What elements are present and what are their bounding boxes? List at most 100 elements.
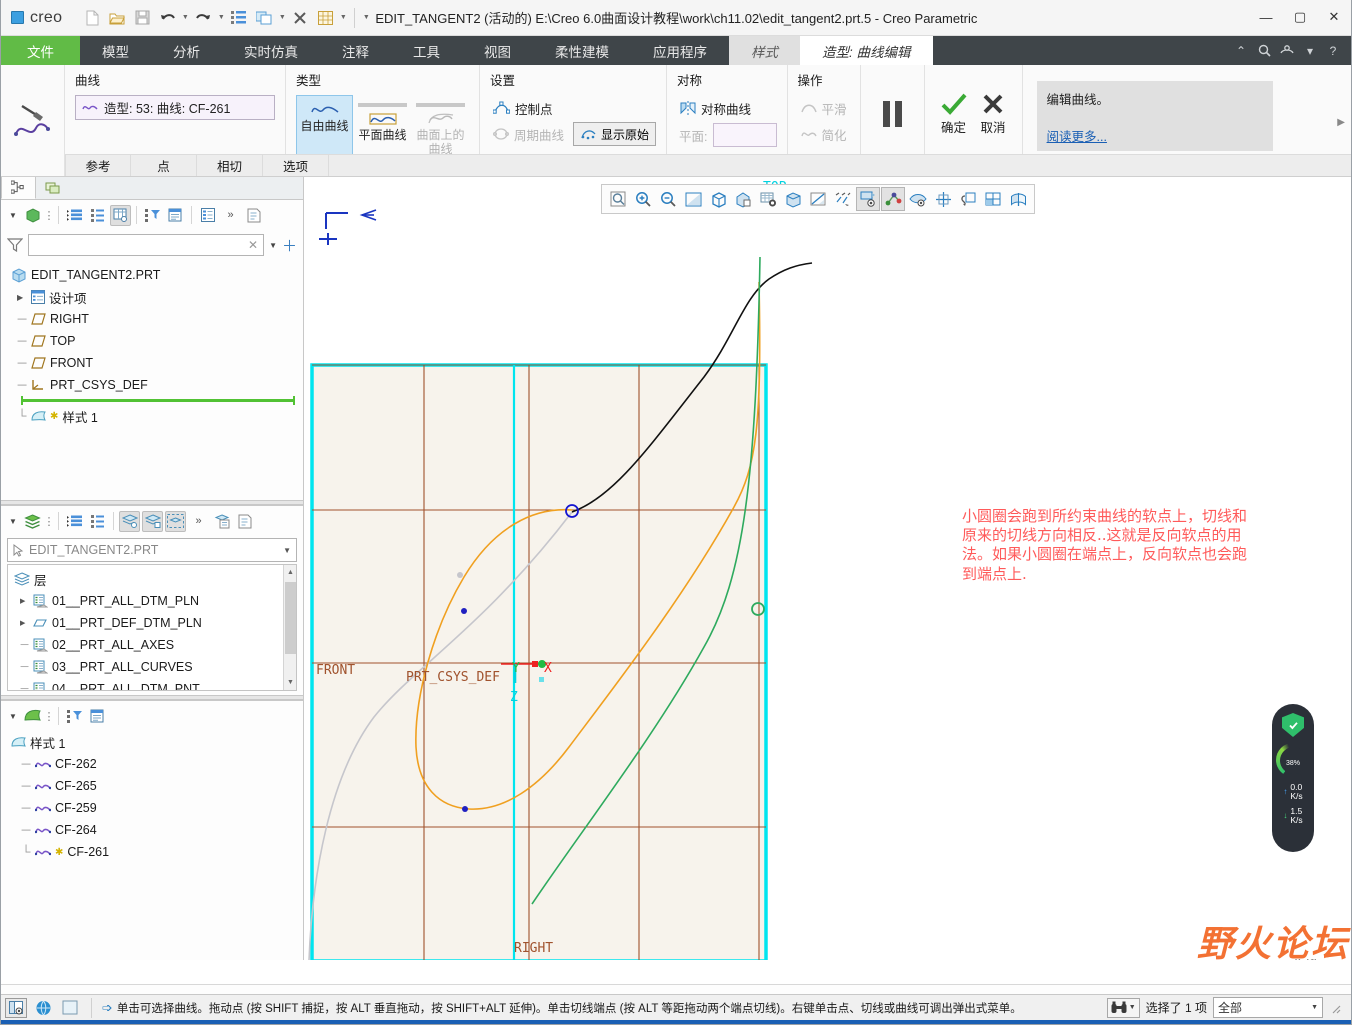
- tree-item-front-plane[interactable]: ─ FRONT: [9, 352, 303, 374]
- graphics-viewport[interactable]: TOP FRONT RIGHT PRT_CSYS_DEF Y X Z: [304, 177, 1351, 960]
- layer-overflow-icon[interactable]: »: [188, 511, 209, 532]
- layer-item-row[interactable]: ─ 02__PRT_ALL_AXES: [14, 634, 296, 656]
- tab-flexible-modeling[interactable]: 柔性建模: [533, 36, 631, 65]
- tab-tools[interactable]: 工具: [391, 36, 462, 65]
- layer-tree-tab[interactable]: [36, 176, 71, 199]
- browser-icon[interactable]: [32, 998, 54, 1018]
- tab-annotation[interactable]: 注释: [320, 36, 391, 65]
- type-free-curve-button[interactable]: 自由曲线: [296, 95, 353, 163]
- setting-show-original-button[interactable]: 显示原始: [573, 122, 657, 146]
- tab-style[interactable]: 样式: [729, 36, 800, 65]
- tree-info-icon[interactable]: [243, 205, 264, 226]
- expand-arrow-icon[interactable]: ▶: [20, 597, 29, 605]
- layer-expand-all-icon[interactable]: [64, 511, 85, 532]
- point-axis-display-icon[interactable]: [881, 187, 905, 211]
- layer-model-selector[interactable]: EDIT_TANGENT2.PRT ▼: [7, 538, 297, 562]
- undo-icon[interactable]: [155, 6, 179, 30]
- search-icon[interactable]: [1254, 41, 1274, 61]
- layer-info-icon[interactable]: [234, 511, 255, 532]
- expand-arrow-icon[interactable]: ▶: [17, 293, 27, 302]
- layer-item-row[interactable]: ─ 03__PRT_ALL_CURVES: [14, 656, 296, 678]
- tree-item-right-plane[interactable]: ─ RIGHT: [9, 308, 303, 330]
- style-dropdown-icon[interactable]: ▼: [6, 706, 20, 727]
- tab-view[interactable]: 视图: [462, 36, 533, 65]
- zoom-window-icon[interactable]: [606, 187, 630, 211]
- scrollbar-thumb[interactable]: [285, 582, 296, 654]
- spin-center-icon[interactable]: [931, 187, 955, 211]
- help-read-more-link[interactable]: 阅读更多...: [1047, 126, 1107, 145]
- scroll-up-icon[interactable]: ▲: [284, 565, 296, 580]
- undo-dropdown-icon[interactable]: ▼: [180, 6, 190, 30]
- layer-item-row[interactable]: ─ 04__PRT_ALL_DTM_PNT: [14, 678, 296, 690]
- tab-analysis[interactable]: 分析: [151, 36, 222, 65]
- setting-control-points[interactable]: 控制点: [490, 95, 556, 121]
- close-window-icon[interactable]: [288, 6, 312, 30]
- pause-button[interactable]: [882, 100, 902, 127]
- account-icon[interactable]: [1277, 41, 1297, 61]
- navigator-toggle-icon[interactable]: [5, 997, 27, 1018]
- refit-icon[interactable]: [681, 187, 705, 211]
- redo-dropdown-icon[interactable]: ▼: [216, 6, 226, 30]
- perspective-icon[interactable]: [806, 187, 830, 211]
- grid-icon[interactable]: [313, 6, 337, 30]
- layer-item-row[interactable]: ▶ 01__PRT_ALL_DTM_PLN: [14, 590, 296, 612]
- cancel-button[interactable]: 取消: [981, 93, 1006, 136]
- style-settings-icon[interactable]: [87, 706, 108, 727]
- saved-views-icon[interactable]: [731, 187, 755, 211]
- chevron-down-icon[interactable]: ▼: [1311, 1004, 1318, 1011]
- style-curve-row-selected[interactable]: └ ✱ CF-261: [9, 841, 303, 863]
- layers-icon[interactable]: [1006, 187, 1030, 211]
- display-style-icon[interactable]: [781, 187, 805, 211]
- window-dropdown-icon[interactable]: ▼: [277, 6, 287, 30]
- close-button[interactable]: ✕: [1317, 0, 1351, 34]
- tree-root-item[interactable]: EDIT_TANGENT2.PRT: [9, 264, 303, 286]
- grid-display-icon[interactable]: [981, 187, 1005, 211]
- open-folder-icon[interactable]: [105, 6, 129, 30]
- tree-dropdown-icon[interactable]: ▼: [6, 205, 20, 226]
- view-manager-icon[interactable]: [756, 187, 780, 211]
- window-icon[interactable]: [252, 6, 276, 30]
- model-cube-icon[interactable]: [22, 205, 43, 226]
- redo-icon[interactable]: [191, 6, 215, 30]
- layer-dropdown-icon[interactable]: ▼: [6, 511, 20, 532]
- tree-item-design-items[interactable]: ▶ 设计项: [9, 286, 303, 308]
- tree-item-style-feature[interactable]: └ ✱ 样式 1: [9, 405, 303, 427]
- symmetry-plane-field[interactable]: [712, 123, 777, 147]
- annotation-display-icon[interactable]: [906, 187, 930, 211]
- save-icon[interactable]: [130, 6, 154, 30]
- system-monitor-widget[interactable]: 38% ↑ 0.0 K/s ↓ 1.5 K/s: [1272, 704, 1314, 852]
- scroll-down-icon[interactable]: ▼: [284, 675, 296, 690]
- model-tree-tab[interactable]: [1, 176, 36, 199]
- style-curve-row[interactable]: ─ CF-259: [9, 797, 303, 819]
- maximize-button[interactable]: ▢: [1283, 0, 1317, 34]
- expand-arrow-icon[interactable]: ▶: [20, 619, 29, 627]
- model-tree-search-field[interactable]: [34, 238, 248, 252]
- subtab-tangency[interactable]: 相切: [197, 155, 263, 176]
- tab-file[interactable]: 文件: [1, 36, 80, 65]
- layers-stack-icon[interactable]: [22, 511, 43, 532]
- collapse-all-icon[interactable]: [87, 205, 108, 226]
- layer-menu-icon[interactable]: ⋮: [44, 511, 55, 532]
- style-curve-row[interactable]: ─ CF-265: [9, 775, 303, 797]
- zoom-in-icon[interactable]: [631, 187, 655, 211]
- subtab-points[interactable]: 点: [131, 155, 197, 176]
- expand-all-icon[interactable]: [64, 205, 85, 226]
- layer-item-row[interactable]: ▶ 01__PRT_DEF_DTM_PLN: [14, 612, 296, 634]
- add-filter-icon[interactable]: ＋: [282, 235, 297, 256]
- layer-hide-icon[interactable]: [119, 510, 140, 532]
- tab-live-simulation[interactable]: 实时仿真: [222, 36, 320, 65]
- tree-settings-icon[interactable]: [165, 205, 186, 226]
- layer-select-icon[interactable]: [165, 510, 186, 532]
- filter-dropdown-icon[interactable]: ▼: [269, 241, 277, 250]
- style-tree-root[interactable]: 样式 1: [9, 731, 303, 753]
- layer-list-scrollbar[interactable]: ▲ ▼: [283, 565, 296, 690]
- symmetry-curve-option[interactable]: 对称曲线: [677, 95, 754, 121]
- layer-collapse-all-icon[interactable]: [87, 511, 108, 532]
- style-curve-row[interactable]: ─ CF-264: [9, 819, 303, 841]
- ok-button[interactable]: 确定: [941, 93, 967, 136]
- subtab-references[interactable]: 参考: [65, 155, 131, 176]
- insert-here-indicator[interactable]: [21, 396, 295, 405]
- chevron-down-icon[interactable]: ▼: [1129, 1004, 1136, 1011]
- style-filter-icon[interactable]: [64, 706, 85, 727]
- subtab-options[interactable]: 选项: [263, 155, 329, 176]
